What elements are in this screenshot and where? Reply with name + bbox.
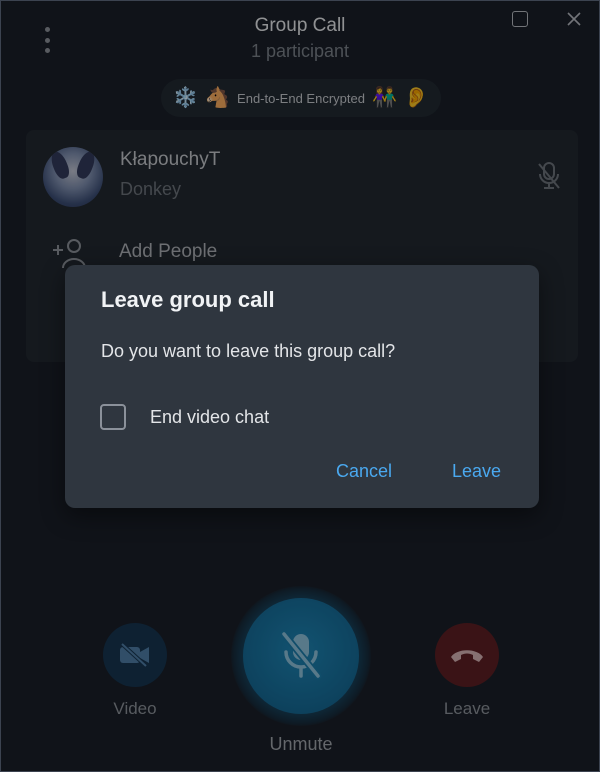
leave-call-dialog: Leave group call Do you want to leave th… bbox=[65, 265, 539, 508]
group-call-window: Group Call 1 participant ❄️ 🐴 End-to-End… bbox=[0, 0, 600, 772]
leave-button[interactable]: Leave bbox=[448, 459, 505, 484]
end-video-chat-label[interactable]: End video chat bbox=[150, 407, 269, 428]
end-video-chat-checkbox[interactable] bbox=[100, 404, 126, 430]
dialog-message: Do you want to leave this group call? bbox=[101, 341, 396, 361]
dialog-title: Leave group call bbox=[101, 287, 275, 312]
cancel-button[interactable]: Cancel bbox=[332, 459, 396, 484]
